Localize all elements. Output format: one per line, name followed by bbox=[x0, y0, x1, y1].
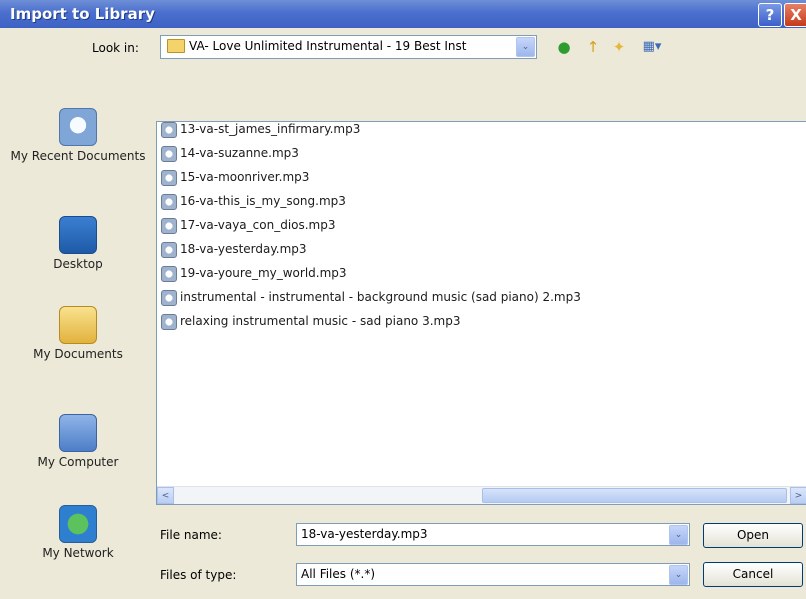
audio-file-icon bbox=[161, 289, 177, 306]
folder-icon bbox=[167, 39, 185, 53]
audio-file-icon bbox=[161, 121, 177, 138]
file-name: 19-va-youre_my_world.mp3 bbox=[180, 266, 347, 280]
file-name: 15-va-moonriver.mp3 bbox=[180, 170, 310, 184]
audio-file-icon bbox=[161, 265, 177, 282]
recent-documents-icon bbox=[59, 108, 97, 146]
window-title: Import to Library bbox=[10, 5, 155, 23]
look-in-value: VA- Love Unlimited Instrumental - 19 Bes… bbox=[189, 39, 467, 53]
scroll-left-icon[interactable]: < bbox=[157, 487, 174, 504]
place-label: My Recent Documents bbox=[10, 149, 146, 163]
my-network-icon bbox=[59, 505, 97, 543]
chevron-down-icon[interactable]: ⌄ bbox=[669, 565, 688, 585]
file-name-label: File name: bbox=[160, 528, 222, 542]
look-in-label: Look in: bbox=[92, 41, 139, 55]
views-menu-icon[interactable]: ▦▾ bbox=[636, 36, 668, 58]
help-button[interactable]: ? bbox=[758, 3, 782, 27]
file-item[interactable]: 13-va-st_james_infirmary.mp3 bbox=[161, 120, 360, 139]
file-item[interactable]: 15-va-moonriver.mp3 bbox=[161, 168, 309, 187]
file-name: relaxing instrumental music - sad piano … bbox=[180, 314, 461, 328]
close-button[interactable]: X bbox=[784, 3, 806, 27]
audio-file-icon bbox=[161, 241, 177, 258]
audio-file-icon bbox=[161, 313, 177, 330]
place-label: My Computer bbox=[37, 455, 119, 469]
file-item[interactable]: instrumental - instrumental - background… bbox=[161, 288, 581, 307]
chevron-down-icon[interactable]: ⌄ bbox=[669, 525, 688, 545]
up-folder-icon[interactable]: ↑ bbox=[582, 36, 604, 58]
scroll-right-icon[interactable]: > bbox=[790, 487, 806, 504]
look-in-dropdown[interactable]: VA- Love Unlimited Instrumental - 19 Bes… bbox=[160, 35, 537, 59]
desktop-icon bbox=[59, 216, 97, 254]
place-label: My Network bbox=[42, 546, 114, 560]
place-my-network[interactable]: My Network bbox=[6, 505, 150, 561]
place-label: Desktop bbox=[53, 257, 103, 271]
place-my-recent-documents[interactable]: My Recent Documents bbox=[6, 108, 150, 164]
place-my-documents[interactable]: My Documents bbox=[6, 306, 150, 362]
audio-file-icon bbox=[161, 145, 177, 162]
chevron-down-icon[interactable]: ⌄ bbox=[516, 37, 535, 57]
horizontal-scrollbar[interactable]: < > bbox=[157, 486, 806, 504]
place-label: My Documents bbox=[33, 347, 123, 361]
file-name: 14-va-suzanne.mp3 bbox=[180, 146, 299, 160]
my-documents-icon bbox=[59, 306, 97, 344]
audio-file-icon bbox=[161, 193, 177, 210]
back-icon[interactable]: ● bbox=[553, 36, 575, 58]
file-item[interactable]: 19-va-youre_my_world.mp3 bbox=[161, 264, 347, 283]
file-item[interactable]: 18-va-yesterday.mp3 bbox=[161, 240, 307, 259]
file-name-value: 18-va-yesterday.mp3 bbox=[301, 527, 428, 541]
file-item[interactable]: 16-va-this_is_my_song.mp3 bbox=[161, 192, 346, 211]
file-name: 18-va-yesterday.mp3 bbox=[180, 242, 307, 256]
file-item[interactable]: 17-va-vaya_con_dios.mp3 bbox=[161, 216, 336, 235]
file-name: 16-va-this_is_my_song.mp3 bbox=[180, 194, 346, 208]
my-computer-icon bbox=[59, 414, 97, 452]
file-type-dropdown[interactable]: All Files (*.*) ⌄ bbox=[296, 563, 690, 586]
file-name: 17-va-vaya_con_dios.mp3 bbox=[180, 218, 336, 232]
places-bar: My Recent Documents Desktop My Documents… bbox=[6, 68, 150, 599]
place-my-computer[interactable]: My Computer bbox=[6, 414, 150, 470]
audio-file-icon bbox=[161, 217, 177, 234]
open-button[interactable]: Open bbox=[703, 523, 803, 548]
file-item[interactable]: relaxing instrumental music - sad piano … bbox=[161, 312, 460, 331]
new-folder-icon[interactable]: ✦ bbox=[608, 36, 630, 58]
title-bar: Import to Library ? X bbox=[0, 0, 806, 28]
file-name: instrumental - instrumental - background… bbox=[180, 290, 581, 304]
cancel-button[interactable]: Cancel bbox=[703, 562, 803, 587]
file-type-value: All Files (*.*) bbox=[301, 567, 376, 581]
scroll-thumb[interactable] bbox=[482, 488, 787, 503]
file-listing: 13-va-st_james_infirmary.mp3 14-va-suzan… bbox=[157, 120, 806, 485]
file-type-label: Files of type: bbox=[160, 568, 237, 582]
file-name: 13-va-st_james_infirmary.mp3 bbox=[180, 122, 361, 136]
file-list[interactable]: 13-va-st_james_infirmary.mp3 14-va-suzan… bbox=[156, 121, 806, 505]
file-item[interactable]: 14-va-suzanne.mp3 bbox=[161, 144, 299, 163]
audio-file-icon bbox=[161, 169, 177, 186]
file-name-field[interactable]: 18-va-yesterday.mp3 ⌄ bbox=[296, 523, 690, 546]
place-desktop[interactable]: Desktop bbox=[6, 216, 150, 272]
